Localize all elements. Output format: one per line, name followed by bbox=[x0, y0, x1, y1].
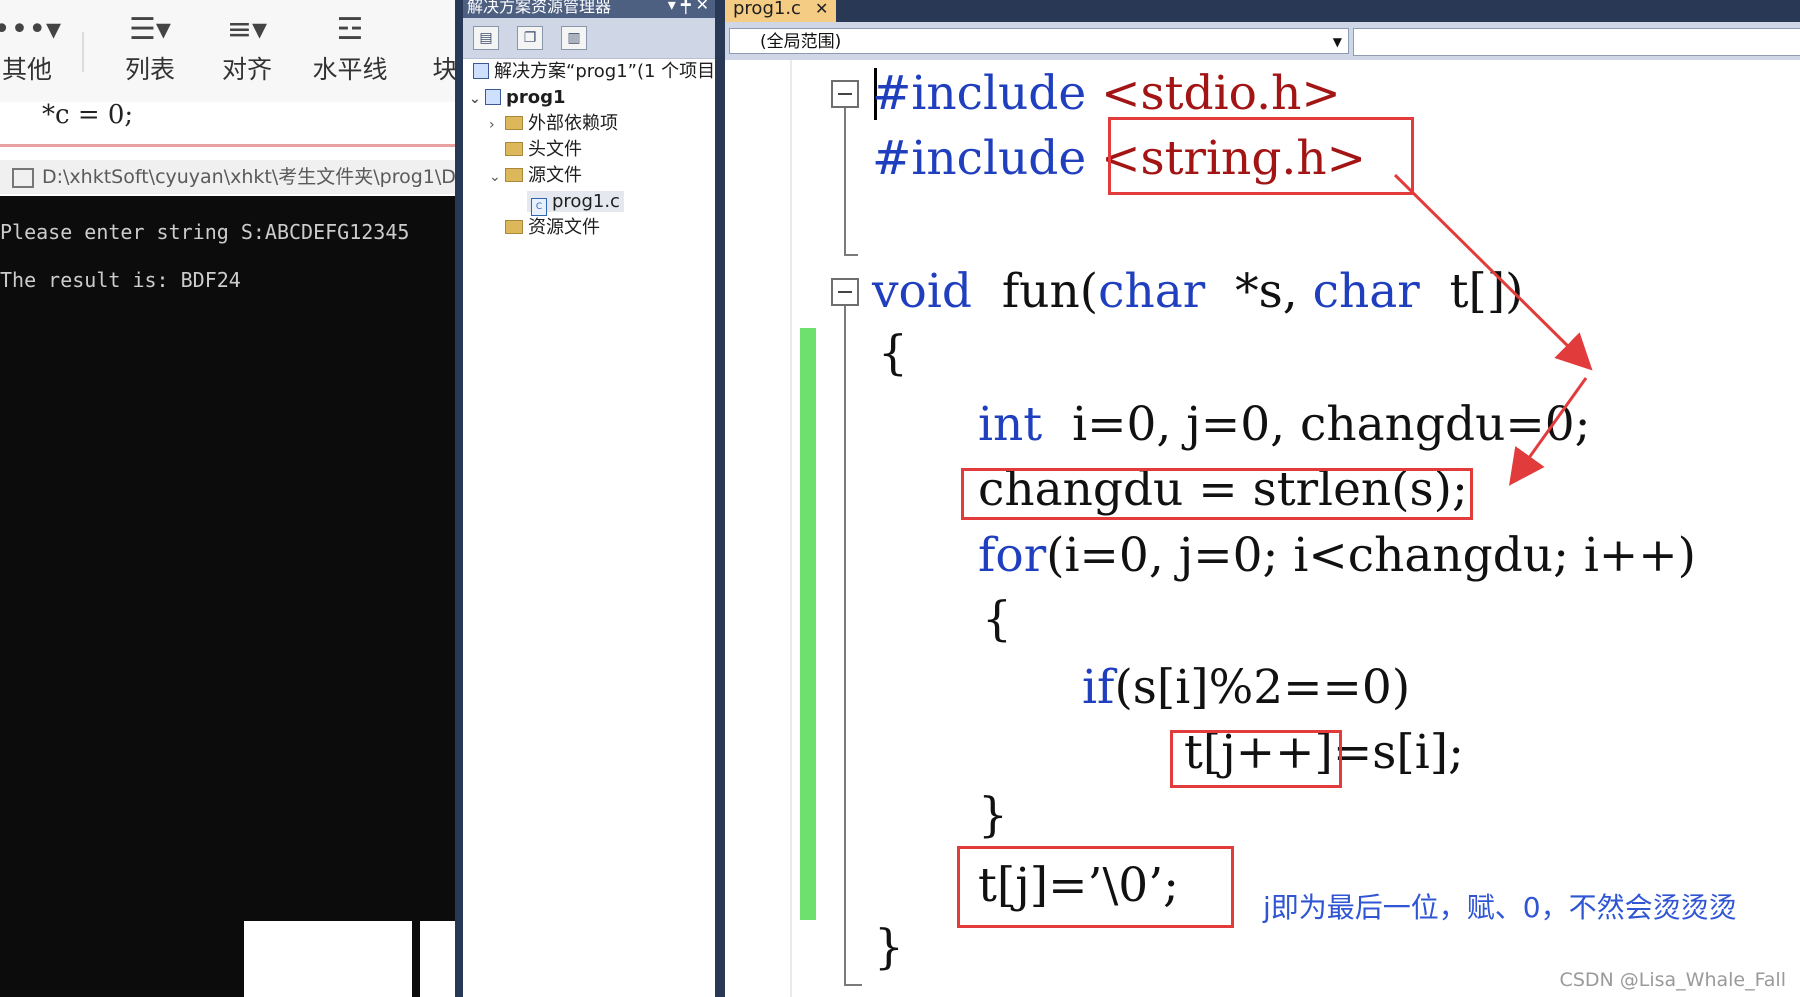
annotation-arrow bbox=[1393, 173, 1593, 486]
watermark: CSDN @Lisa_Whale_Fall bbox=[1559, 969, 1786, 991]
arrow-segment bbox=[1509, 377, 1588, 486]
arrow-segment bbox=[1393, 173, 1593, 371]
annotation-note: j即为最后一位，赋、0，不然会烫烫烫 bbox=[1263, 891, 1737, 924]
